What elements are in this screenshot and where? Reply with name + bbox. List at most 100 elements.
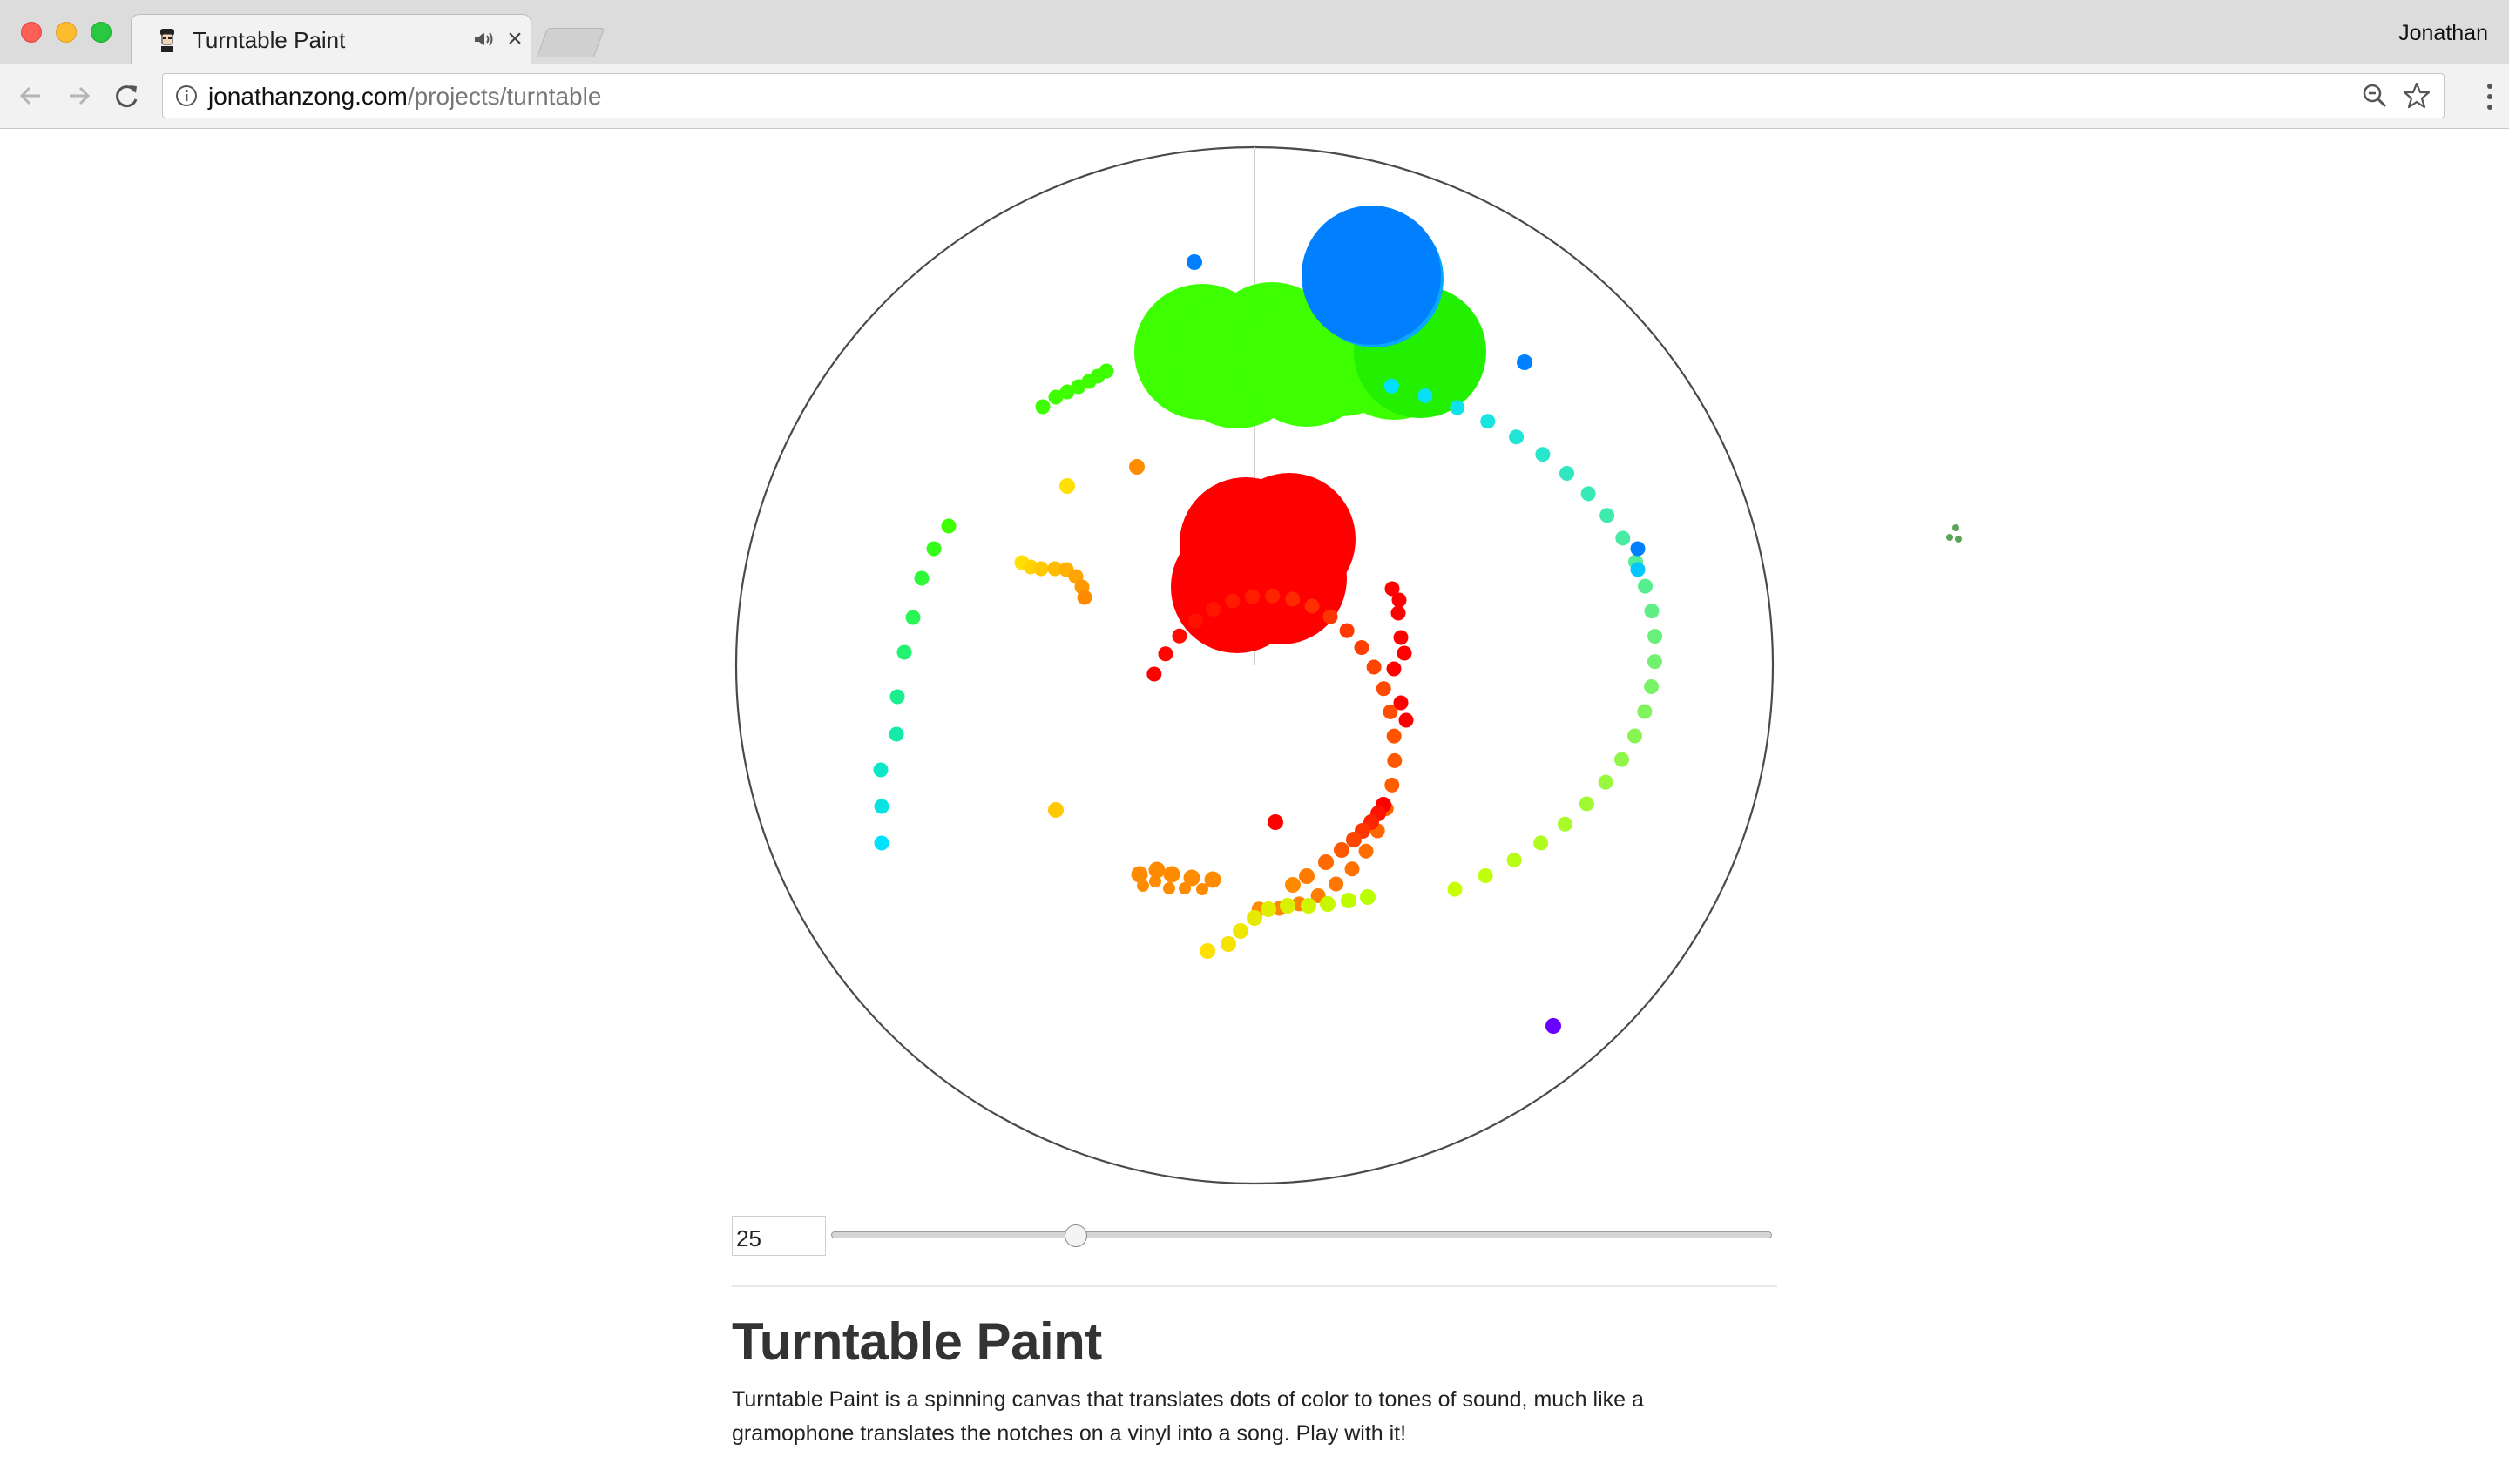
more-menu-icon[interactable] — [2485, 82, 2495, 111]
paint-dot[interactable] — [1559, 465, 1574, 481]
paint-dot[interactable] — [1265, 588, 1281, 604]
paint-dot[interactable] — [1393, 630, 1409, 645]
address-bar[interactable]: jonathanzong.com/projects/turntable — [162, 73, 2445, 118]
paint-dot[interactable] — [1630, 562, 1646, 577]
paint-dot[interactable] — [1391, 592, 1407, 608]
paint-dot[interactable] — [1322, 609, 1338, 624]
paint-dot[interactable] — [1163, 866, 1180, 883]
paint-dot[interactable] — [1383, 378, 1399, 394]
paint-blob[interactable] — [1302, 206, 1441, 345]
paint-dot[interactable] — [1233, 923, 1248, 939]
site-info-icon[interactable] — [175, 84, 198, 107]
paint-dot[interactable] — [1200, 943, 1215, 959]
paint-dot[interactable] — [1334, 842, 1349, 858]
paint-dot[interactable] — [1048, 802, 1064, 818]
paint-dot[interactable] — [1033, 561, 1049, 577]
profile-name[interactable]: Jonathan — [2398, 21, 2488, 46]
paint-dot[interactable] — [1137, 880, 1149, 892]
paint-dot[interactable] — [1035, 399, 1051, 415]
paint-dot[interactable] — [1059, 478, 1075, 494]
browser-tab[interactable]: Turntable Paint × — [131, 14, 531, 66]
paint-dot[interactable] — [1517, 354, 1532, 370]
paint-dot[interactable] — [1376, 681, 1391, 697]
paint-dot[interactable] — [926, 541, 942, 556]
paint-dot[interactable] — [1615, 530, 1631, 546]
paint-dot[interactable] — [1354, 640, 1369, 656]
forward-arrow-icon[interactable] — [63, 80, 94, 111]
paint-dot[interactable] — [914, 570, 930, 586]
paint-dot[interactable] — [1398, 712, 1414, 728]
paint-dot[interactable] — [1598, 774, 1613, 790]
paint-dot[interactable] — [1647, 654, 1662, 670]
paint-dot[interactable] — [1280, 898, 1295, 914]
paint-dot[interactable] — [1614, 752, 1630, 767]
paint-dot[interactable] — [1638, 578, 1654, 594]
paint-dot[interactable] — [1644, 679, 1660, 695]
paint-dot[interactable] — [1447, 881, 1463, 897]
paint-dot[interactable] — [1506, 853, 1522, 868]
speed-slider-thumb[interactable] — [1064, 1224, 1087, 1247]
paint-dot[interactable] — [1146, 666, 1162, 682]
paint-dot[interactable] — [1358, 843, 1374, 859]
paint-dot[interactable] — [1225, 593, 1241, 609]
paint-dot[interactable] — [1509, 429, 1525, 445]
paint-dot[interactable] — [1320, 896, 1336, 912]
paint-dot[interactable] — [1580, 486, 1596, 502]
paint-dot[interactable] — [1179, 882, 1191, 894]
paint-dot[interactable] — [1245, 589, 1261, 604]
speed-number-input[interactable]: 25 — [732, 1216, 826, 1256]
paint-dot[interactable] — [1261, 901, 1276, 917]
paint-dot[interactable] — [1158, 646, 1173, 662]
close-window-button[interactable] — [21, 22, 42, 43]
paint-dot[interactable] — [873, 762, 889, 778]
bookmark-star-icon[interactable] — [2402, 81, 2431, 111]
paint-dot[interactable] — [1339, 623, 1355, 638]
reload-icon[interactable] — [112, 80, 143, 111]
paint-dot[interactable] — [1149, 875, 1161, 887]
paint-dot[interactable] — [1386, 728, 1402, 744]
paint-dot[interactable] — [1187, 254, 1202, 270]
paint-dot[interactable] — [1478, 867, 1493, 883]
paint-dot[interactable] — [941, 518, 957, 534]
zoom-icon[interactable] — [2362, 83, 2388, 109]
paint-dot[interactable] — [1206, 602, 1221, 617]
paint-dot[interactable] — [1285, 591, 1301, 607]
paint-dot[interactable] — [1318, 854, 1334, 870]
paint-dot[interactable] — [1599, 508, 1615, 523]
paint-dot[interactable] — [889, 726, 904, 742]
paint-dot[interactable] — [1129, 459, 1145, 475]
paint-dot[interactable] — [1387, 752, 1403, 768]
paint-dot[interactable] — [1285, 877, 1301, 893]
paint-dot[interactable] — [874, 835, 889, 851]
paint-dot[interactable] — [889, 689, 905, 705]
paint-dot[interactable] — [1221, 936, 1236, 952]
paint-dot[interactable] — [1366, 659, 1382, 675]
paint-dot[interactable] — [1304, 598, 1320, 614]
paint-dot[interactable] — [1393, 695, 1409, 711]
paint-dot[interactable] — [874, 799, 889, 814]
close-tab-icon[interactable]: × — [503, 26, 527, 52]
paint-dot[interactable] — [1535, 447, 1551, 462]
paint-dot[interactable] — [1384, 777, 1400, 793]
zoom-window-button[interactable] — [91, 22, 112, 43]
paint-dot[interactable] — [1172, 628, 1187, 644]
paint-dot[interactable] — [1647, 629, 1663, 644]
paint-dot[interactable] — [896, 644, 912, 660]
turntable-canvas[interactable] — [732, 143, 1777, 1188]
paint-dot[interactable] — [1644, 604, 1660, 619]
paint-dot[interactable] — [1626, 728, 1642, 744]
paint-dot[interactable] — [1329, 876, 1344, 892]
paint-dot[interactable] — [1386, 661, 1402, 677]
paint-dot[interactable] — [1630, 541, 1646, 556]
paint-dot[interactable] — [1196, 883, 1208, 895]
paint-dot[interactable] — [1579, 796, 1594, 812]
paint-dot[interactable] — [1557, 816, 1572, 832]
audio-playing-icon[interactable] — [473, 29, 496, 50]
paint-dot[interactable] — [1268, 814, 1283, 830]
paint-dot[interactable] — [1301, 898, 1316, 914]
minimize-window-button[interactable] — [56, 22, 77, 43]
speed-slider-track[interactable] — [831, 1231, 1772, 1238]
paint-dot[interactable] — [1341, 893, 1356, 908]
paint-dot[interactable] — [1346, 832, 1362, 847]
paint-dot[interactable] — [1397, 645, 1412, 661]
